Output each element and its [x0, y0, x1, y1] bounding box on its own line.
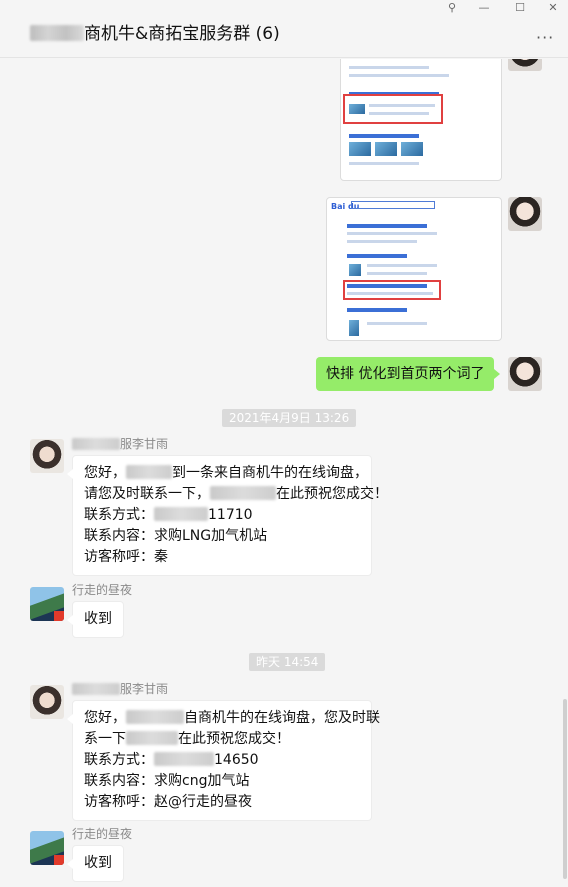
pin-icon[interactable]: ⚲	[440, 0, 464, 16]
self-avatar[interactable]	[508, 197, 542, 231]
sender-avatar[interactable]	[30, 439, 64, 473]
inquiry-message-bubble[interactable]: 您好， 到一条来自商机牛的在线询盘， 请您及时联系一下， 在此预祝您成交！ 联系方式…	[67, 455, 388, 576]
chat-scrollbar[interactable]	[563, 699, 567, 879]
redacted-text	[154, 752, 214, 766]
sender-avatar[interactable]	[30, 587, 64, 621]
message-timestamp: 昨天 14:54	[249, 653, 326, 671]
sender-name: 服李甘雨	[72, 680, 168, 697]
sender-avatar[interactable]	[30, 831, 64, 865]
redacted-text	[126, 731, 178, 745]
search-screenshot-image[interactable]	[340, 59, 502, 181]
sender-avatar[interactable]	[30, 685, 64, 719]
search-screenshot-image[interactable]: Bai du	[326, 197, 502, 341]
minimize-icon[interactable]: —	[472, 0, 496, 16]
inquiry-message-bubble[interactable]: 您好， 自商机牛的在线询盘，您及时联 系一下 在此预祝您成交！ 联系方式： 14650…	[67, 700, 380, 821]
self-avatar[interactable]	[508, 357, 542, 391]
sender-name: 行走的昼夜	[72, 583, 133, 597]
chat-area[interactable]: Bai du 快排 优化到首页两个词了 2021年4月9日 13:26 服李甘雨…	[0, 59, 568, 887]
redacted-text	[30, 25, 84, 41]
search-bar-graphic	[351, 201, 435, 209]
flag-icon	[54, 611, 64, 621]
sender-name: 行走的昼夜	[72, 827, 133, 841]
maximize-icon[interactable]: ☐	[508, 0, 532, 16]
more-options-icon[interactable]: ···	[536, 28, 554, 47]
chat-header: 商机牛&商拓宝服务群 (6) ⚲ — ☐ ✕ ···	[0, 0, 568, 58]
redacted-text	[72, 438, 120, 450]
reply-message-bubble[interactable]: 收到	[67, 601, 124, 638]
flag-icon	[54, 855, 64, 865]
self-message-bubble[interactable]: 快排 优化到首页两个词了	[316, 357, 501, 391]
chat-title[interactable]: 商机牛&商拓宝服务群 (6)	[30, 19, 280, 44]
self-avatar[interactable]	[508, 59, 542, 71]
reply-message-bubble[interactable]: 收到	[67, 845, 124, 882]
redacted-text	[72, 683, 120, 695]
sender-name: 服李甘雨	[72, 435, 168, 452]
redacted-text	[210, 486, 276, 500]
redacted-text	[126, 465, 172, 479]
message-timestamp: 2021年4月9日 13:26	[222, 409, 357, 427]
close-icon[interactable]: ✕	[541, 0, 565, 16]
redacted-text	[126, 710, 184, 724]
redacted-text	[154, 507, 208, 521]
